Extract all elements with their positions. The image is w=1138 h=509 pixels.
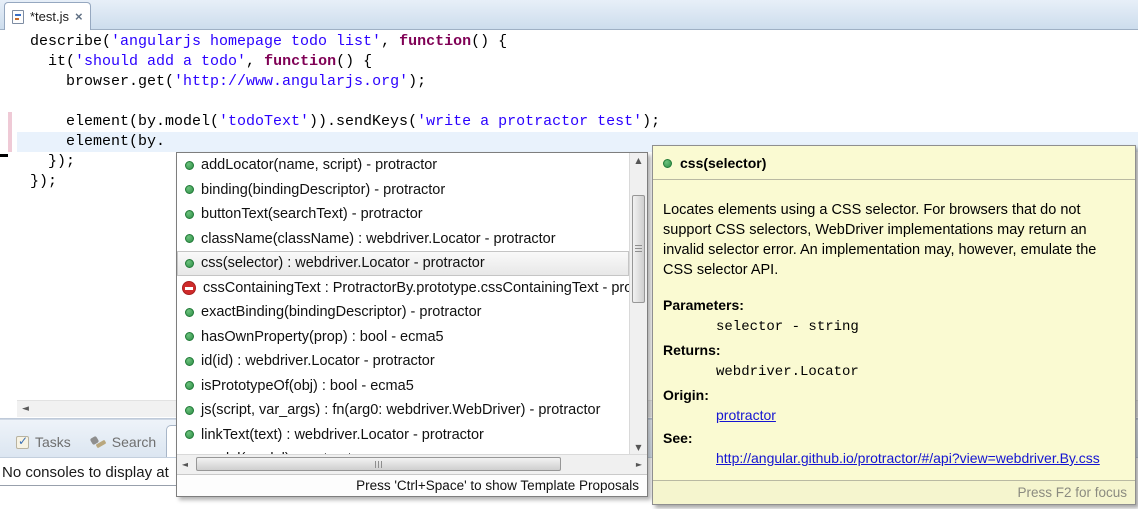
doc-see-link[interactable]: http://angular.github.io/protractor/#/ap… [716,450,1100,466]
tab-testjs[interactable]: *test.js × [4,2,91,30]
doc-title: css(selector) [680,155,766,171]
method-icon [185,406,194,415]
completion-item[interactable]: isPrototypeOf(obj) : bool - ecma5 [177,374,629,399]
completion-vertical-scrollbar[interactable]: ▲ ▼ [629,153,647,454]
scroll-up-icon[interactable]: ▲ [630,153,647,169]
tab-tasks-label: Tasks [35,434,71,450]
code-line: browser.get('http://www.angularjs.org'); [30,72,660,92]
code-line [30,92,660,112]
method-icon [185,308,194,317]
tab-tasks[interactable]: Tasks [6,427,81,457]
scroll-left-icon[interactable]: ◄ [17,401,34,418]
completion-item[interactable]: hasOwnProperty(prop) : bool - ecma5 [177,325,629,350]
code-line-current: element(by. [30,132,660,152]
close-icon[interactable]: × [75,10,83,23]
code-line: it('should add a todo', function() { [30,52,660,72]
completion-item[interactable]: binding(bindingDescriptor) - protractor [177,178,629,203]
completion-item[interactable]: addLocator(name, script) - protractor [177,153,629,178]
doc-origin-label: Origin: [663,385,1125,405]
completion-item[interactable]: className(className) : webdriver.Locator… [177,227,629,252]
content-assist-popup: addLocator(name, script) - protractor bi… [176,152,648,497]
doc-header: css(selector) [653,146,1135,179]
completion-list: addLocator(name, script) - protractor bi… [177,153,647,454]
eclipse-window: *test.js × describe('angularjs homepage … [0,0,1138,509]
forbidden-icon [182,281,196,295]
method-icon [185,332,194,341]
method-icon [185,161,194,170]
vertical-scroll-thumb[interactable] [632,195,645,303]
doc-returns-value: webdriver.Locator [716,364,859,380]
method-icon [185,210,194,219]
doc-parameters-value: selector - string [716,319,859,335]
doc-see-label: See: [663,428,1125,448]
completion-item[interactable]: linkText(text) : webdriver.Locator - pro… [177,423,629,448]
scroll-down-icon[interactable]: ▼ [630,440,647,454]
js-file-icon [12,10,24,24]
method-icon [185,234,194,243]
tab-title: *test.js [30,9,69,24]
doc-focus-hint: Press F2 for focus [653,480,1135,504]
doc-hover-popup: css(selector) Locates elements using a C… [652,145,1136,505]
completion-item-selected[interactable]: css(selector) : webdriver.Locator - prot… [177,251,629,276]
doc-body: Locates elements using a CSS selector. F… [653,180,1135,480]
doc-origin-link[interactable]: protractor [716,407,776,423]
scroll-left-icon[interactable]: ◄ [177,455,193,474]
doc-returns-label: Returns: [663,340,1125,360]
method-icon [185,381,194,390]
code-line: describe('angularjs homepage todo list',… [30,32,660,52]
console-message: No consoles to display at [2,464,169,481]
method-icon [185,430,194,439]
completion-item[interactable]: cssContainingText : ProtractorBy.prototy… [177,276,629,301]
console-message-wrap: No consoles to display at [0,462,176,486]
completion-item[interactable]: exactBinding(bindingDescriptor) - protra… [177,300,629,325]
tab-search-label: Search [112,434,156,450]
gutter-marker [0,154,8,157]
editor-gutter [0,30,17,418]
completion-item-partial[interactable]: model(model) - protractor [177,447,629,454]
editor-tab-bar: *test.js × [0,0,1138,30]
doc-description: Locates elements using a CSS selector. F… [663,200,1125,280]
tasks-icon [16,436,29,449]
search-icon [91,436,106,449]
completion-horizontal-scrollbar[interactable]: ◄ ► [177,454,647,474]
change-indicator [8,112,12,152]
scroll-right-icon[interactable]: ► [631,455,647,474]
completion-item[interactable]: js(script, var_args) : fn(arg0: webdrive… [177,398,629,423]
tab-search[interactable]: Search [81,427,166,457]
horizontal-scroll-thumb[interactable] [196,457,561,471]
method-icon [663,159,672,168]
completion-item[interactable]: buttonText(searchText) - protractor [177,202,629,227]
completion-item[interactable]: id(id) : webdriver.Locator - protractor [177,349,629,374]
method-icon [185,185,194,194]
completion-status-message: Press 'Ctrl+Space' to show Template Prop… [177,474,647,496]
doc-parameters-label: Parameters: [663,295,1125,315]
code-line: element(by.model('todoText')).sendKeys('… [30,112,660,132]
method-icon [185,357,194,366]
method-icon [185,259,194,268]
